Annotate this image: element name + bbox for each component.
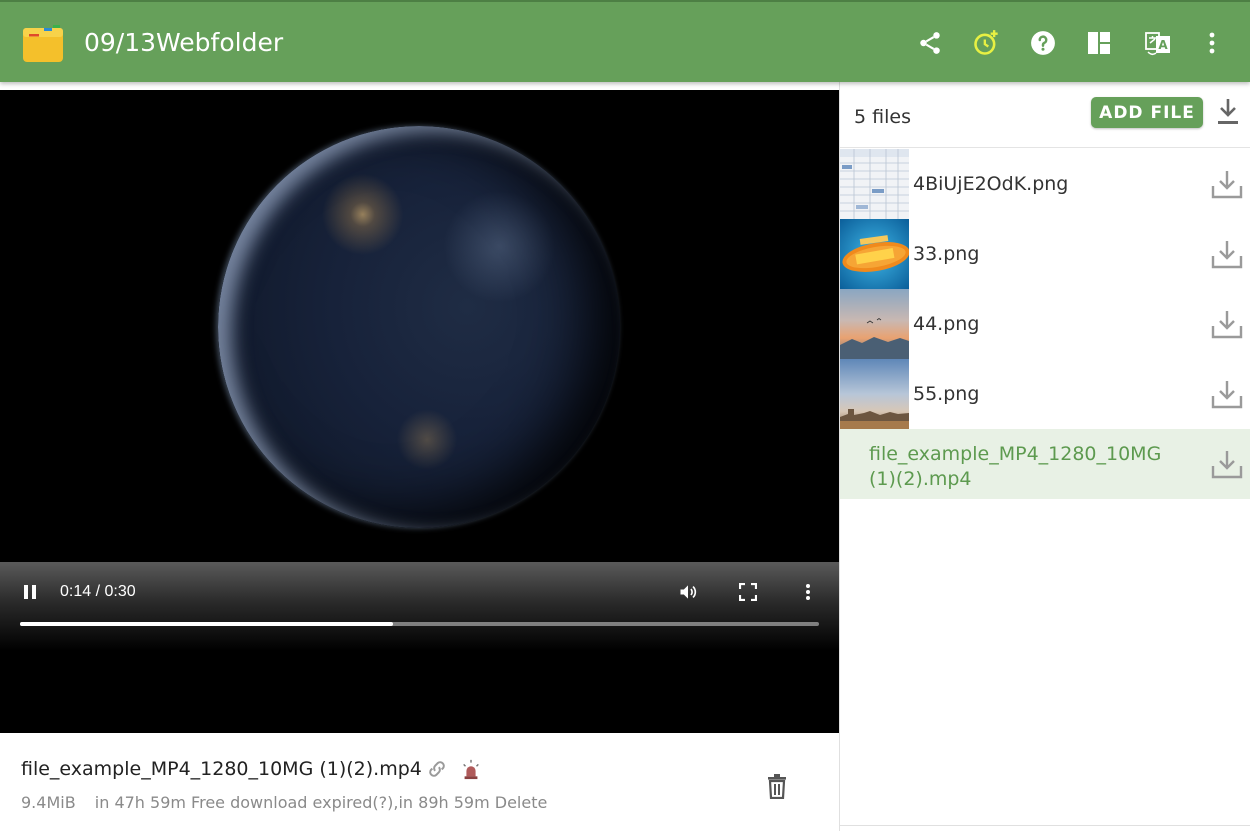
file-list-item[interactable]: 55.png <box>840 359 1250 429</box>
translate-button[interactable]: A <box>1141 26 1175 60</box>
download-icon <box>1211 311 1243 339</box>
file-name: file_example_MP4_1280_10MG (1)(2).mp4 <box>869 443 1162 490</box>
svg-text:A: A <box>1158 38 1168 52</box>
download-icon <box>1211 451 1243 479</box>
help-icon <box>1031 31 1055 55</box>
help-button[interactable] <box>1026 26 1060 60</box>
seek-bar-played <box>20 622 393 626</box>
folder-icon <box>22 24 64 64</box>
player-controls: 0:14 / 0:30 <box>0 562 839 651</box>
player-more-button[interactable] <box>794 578 822 606</box>
fullscreen-icon <box>739 583 757 601</box>
file-list-item[interactable]: 4BiUjE2OdK.png <box>840 149 1250 219</box>
file-list-item[interactable]: 33.png <box>840 219 1250 289</box>
share-icon <box>920 32 940 54</box>
earth-video-frame <box>218 126 620 528</box>
file-list-item[interactable]: 44.png <box>840 289 1250 359</box>
seek-bar[interactable] <box>20 622 819 626</box>
panel-divider-line <box>840 147 1250 148</box>
file-list: 4BiUjE2OdK.png 33.png 44.png 55.png file… <box>840 149 1250 499</box>
layout-icon <box>1088 32 1110 54</box>
pause-icon <box>24 585 36 599</box>
spreadsheet-thumb <box>840 149 909 219</box>
file-list-panel: 5 files ADD FILE 4BiUjE2OdK.png 33.png 4… <box>840 82 1250 831</box>
file-list-item-active[interactable]: file_example_MP4_1280_10MG (1)(2).mp4 <box>840 429 1250 499</box>
current-file-name: file_example_MP4_1280_10MG (1)(2).mp4 <box>21 758 422 780</box>
playback-time: 0:14 / 0:30 <box>60 583 136 600</box>
add-timer-button[interactable] <box>969 26 1003 60</box>
expiry-text: in 47h 59m Free download expired(?),in 8… <box>94 793 548 812</box>
volume-button[interactable] <box>674 578 702 606</box>
file-download-button[interactable] <box>1210 377 1244 411</box>
link-icon <box>429 761 445 777</box>
file-download-button[interactable] <box>1210 237 1244 271</box>
video-player[interactable]: 0:14 / 0:30 <box>0 90 839 733</box>
download-icon <box>1211 381 1243 409</box>
more-vert-icon <box>1209 32 1215 54</box>
layout-button[interactable] <box>1082 26 1116 60</box>
delete-file-button[interactable] <box>762 770 792 802</box>
page-title: 09/13Webfolder <box>84 28 284 57</box>
file-name: 33.png <box>913 243 980 265</box>
city-haze-thumb <box>840 359 909 429</box>
files-count: 5 files <box>854 106 911 128</box>
translate-icon: A <box>1145 32 1170 56</box>
alarm-light-icon <box>460 758 482 780</box>
current-file-meta: 9.4MiB in 47h 59m Free download expired(… <box>21 793 547 812</box>
share-button[interactable] <box>913 26 947 60</box>
file-name: 55.png <box>913 383 980 405</box>
add-file-button[interactable]: ADD FILE <box>1091 97 1203 128</box>
download-all-button[interactable] <box>1216 97 1240 127</box>
download-icon <box>1211 171 1243 199</box>
panel-bottom-line <box>840 825 1250 826</box>
file-download-button[interactable] <box>1210 447 1244 481</box>
file-name: 4BiUjE2OdK.png <box>913 173 1069 195</box>
pause-button[interactable] <box>16 578 44 606</box>
app-bar: 09/13Webfolder A <box>0 0 1250 82</box>
file-download-button[interactable] <box>1210 167 1244 201</box>
file-name: 44.png <box>913 313 980 335</box>
fullscreen-button[interactable] <box>734 578 762 606</box>
file-size: 9.4MiB <box>21 793 76 812</box>
cartoon-logo-thumb <box>840 219 909 289</box>
sunset-sky-thumb <box>840 289 909 359</box>
copy-link-button[interactable] <box>426 758 448 780</box>
download-icon <box>1211 241 1243 269</box>
current-file-title-row: file_example_MP4_1280_10MG (1)(2).mp4 <box>21 758 482 780</box>
file-download-button[interactable] <box>1210 307 1244 341</box>
trash-icon <box>768 774 786 799</box>
more-menu-button[interactable] <box>1195 26 1229 60</box>
download-icon <box>1218 99 1238 124</box>
more-vert-icon <box>806 584 810 600</box>
volume-icon <box>680 585 697 599</box>
add-timer-icon <box>974 30 998 55</box>
